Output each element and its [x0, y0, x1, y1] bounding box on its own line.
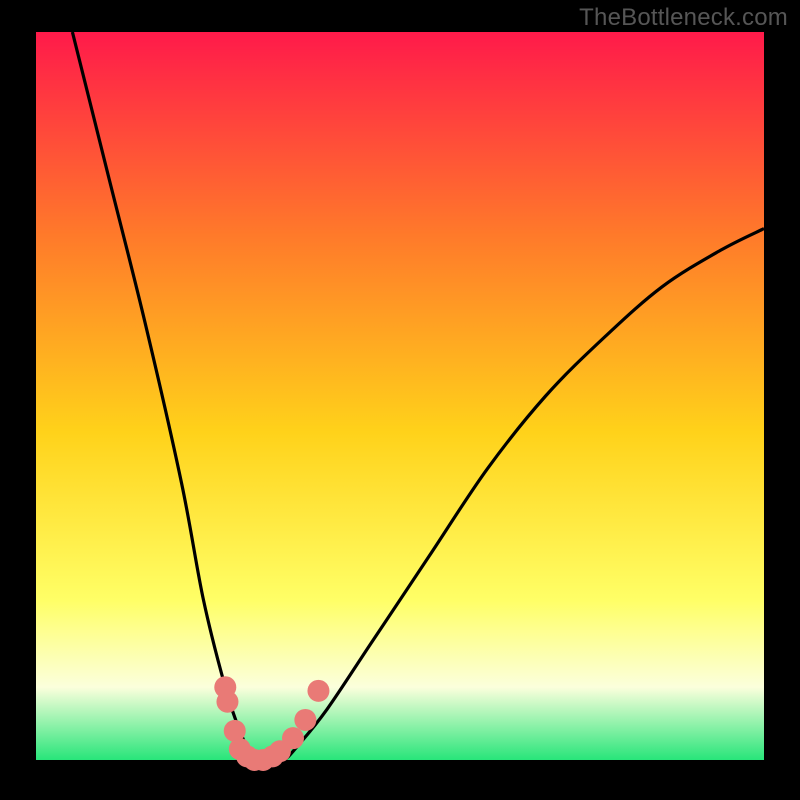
plot-background: [36, 32, 764, 760]
marker-dot: [307, 680, 329, 702]
marker-dot: [282, 727, 304, 749]
bottleneck-chart: [0, 0, 800, 800]
chart-frame: TheBottleneck.com: [0, 0, 800, 800]
marker-dot: [216, 691, 238, 713]
marker-dot: [294, 709, 316, 731]
watermark-text: TheBottleneck.com: [579, 4, 788, 32]
